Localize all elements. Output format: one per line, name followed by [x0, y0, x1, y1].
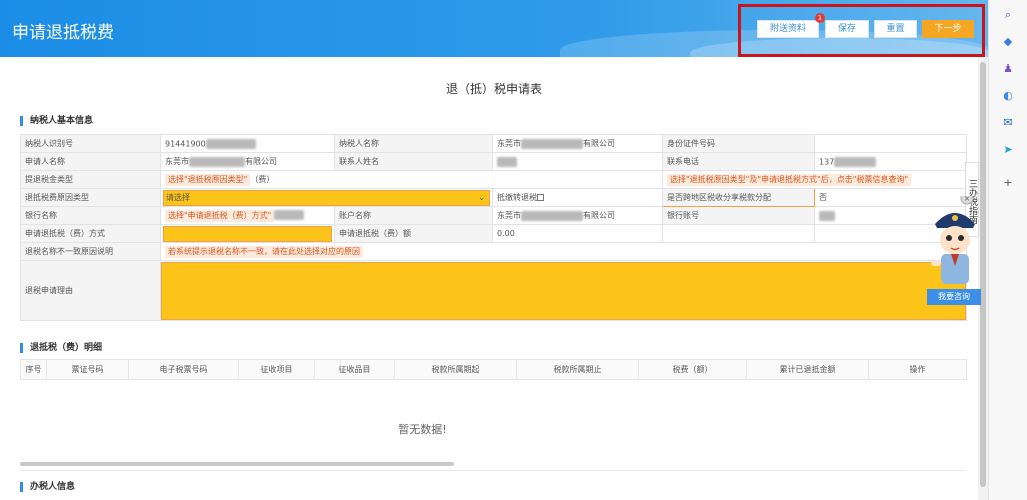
contact-name-value[interactable] — [492, 152, 663, 171]
column-header: 累计已退抵金额 — [746, 359, 869, 380]
column-header: 税款所属期止 — [516, 359, 639, 380]
search-icon[interactable]: ⌕ — [1001, 8, 1015, 22]
column-header: 征收品目 — [314, 359, 395, 380]
contact-name-label: 联系人姓名 — [334, 152, 493, 171]
taxpayer-name-label: 纳税人名称 — [334, 134, 493, 153]
chevron-down-icon: ⌄ — [478, 192, 485, 202]
bank-account-label: 银行账号 — [662, 206, 815, 225]
id-doc-label: 身份证件号码 — [662, 134, 815, 153]
refund-type-value: 选择"退抵税原因类型" （费） — [160, 170, 663, 189]
method-cell — [160, 224, 335, 243]
id-doc-value — [814, 134, 967, 153]
page-title: 申请退抵税费 — [12, 23, 114, 43]
next-step-button[interactable]: 下一步 — [922, 20, 974, 38]
column-header: 税款所属期起 — [394, 359, 517, 380]
applicant-value: 东莞市 有限公司 — [160, 152, 335, 171]
column-header: 电子税票号码 — [128, 359, 239, 380]
refund-type-label: 提退税金类型 — [20, 170, 161, 189]
account-name-label: 账户名称 — [334, 206, 493, 225]
bank-name-label: 银行名称 — [20, 206, 161, 225]
taxpayer-name-value: 东莞市 有限公司 — [492, 134, 663, 153]
reason-type-label: 退抵税费原因类型 — [20, 188, 161, 207]
attachment-count-badge: 1 — [815, 13, 825, 23]
phone-value[interactable]: 137 — [814, 152, 967, 171]
outlook-icon[interactable]: ✉ — [1001, 116, 1015, 130]
reason-type-select[interactable]: 请选择 ⌄ — [163, 189, 490, 206]
refund-type-hint: 选择"退抵税原因类型" — [165, 173, 251, 186]
form-row: 提退税金类型 选择"退抵税原因类型" （费） 选择"退抵税原因类型"及"申请退抵税… — [20, 170, 967, 189]
taxpayer-info-form: 纳税人识别号 91441900 纳税人名称 东莞市 有限公司 身份证件号码 申请人… — [20, 134, 967, 321]
convert-checkbox[interactable] — [537, 194, 544, 201]
table-header-row: 序号 票证号码 电子税票号码 征收项目 征收品目 税款所属期起 税款所属期止 税… — [20, 359, 967, 380]
name-mismatch-label: 退税名称不一致原因说明 — [20, 242, 161, 261]
form-row: 纳税人识别号 91441900 纳税人名称 东莞市 有限公司 身份证件号码 — [20, 134, 967, 153]
divider — [20, 470, 966, 471]
empty-data-message: 暂无数据! — [398, 423, 447, 436]
form-row: 退抵税费原因类型 请选择 ⌄ 抵缴转退税 是否跨地区税收分享税款分配 否 — [20, 188, 967, 207]
column-header: 票证号码 — [46, 359, 129, 380]
taxpayer-id-value: 91441900 — [160, 134, 335, 153]
convert-cell: 抵缴转退税 — [492, 188, 663, 207]
save-button[interactable]: 保存 — [825, 20, 869, 38]
name-mismatch-value[interactable]: 若系统提示退税名称不一致，请在此处选择对应的原因 — [160, 242, 967, 261]
refund-application-page: 申请退抵税费 附送资料 1 保存 重置 下一步 退（抵）税申请表 纳税人基本信息… — [0, 0, 988, 500]
refund-detail-table: 序号 票证号码 电子税票号码 征收项目 征收品目 税款所属期起 税款所属期止 税… — [20, 359, 967, 380]
column-header: 序号 — [20, 359, 47, 380]
tag-icon[interactable]: ◆ — [1001, 35, 1015, 49]
column-header: 税费（额） — [638, 359, 747, 380]
form-row: 银行名称 选择"申请退抵税（费）方式" 账户名称 东莞市 有限公司 银行账号 — [20, 206, 967, 225]
account-name-value: 东莞市 有限公司 — [492, 206, 663, 225]
reset-button[interactable]: 重置 — [874, 20, 917, 38]
amount-value: 0.00 — [492, 224, 663, 243]
browser-sidebar: ⌕ ◆ ♟ ◐ ✉ ➤ + — [988, 0, 1027, 500]
document-title: 退（抵）税申请表 — [445, 82, 542, 96]
svg-text:×: × — [964, 196, 971, 203]
people-icon[interactable]: ♟ — [1001, 62, 1015, 76]
horizontal-scrollbar[interactable] — [20, 462, 454, 466]
column-header: 操作 — [868, 359, 967, 380]
reason-type-cell: 请选择 ⌄ — [160, 188, 493, 207]
copilot-icon[interactable]: ◐ — [1001, 89, 1015, 103]
empty-cell — [662, 224, 815, 243]
send-icon[interactable]: ➤ — [1001, 143, 1015, 157]
form-row: 申请退抵税（费）方式 申请退抵税（费）额 0.00 — [20, 224, 967, 243]
consult-button[interactable]: 我要咨询 — [927, 289, 981, 305]
form-row: 申请人名称 东莞市 有限公司 联系人姓名 联系电话 137 — [20, 152, 967, 171]
form-row: 退税申请理由 — [20, 260, 967, 321]
taxpayer-id-label: 纳税人识别号 — [20, 134, 161, 153]
method-label: 申请退抵税（费）方式 — [20, 224, 161, 243]
section-title-taxpayer: 纳税人基本信息 — [20, 116, 93, 126]
column-header: 征收项目 — [238, 359, 315, 380]
reason-label: 退税申请理由 — [20, 260, 161, 321]
plus-icon[interactable]: + — [1001, 176, 1015, 190]
reason-cell — [160, 260, 967, 321]
assistant-mascot[interactable]: × — [927, 191, 983, 296]
section-title-handler: 办税人信息 — [20, 482, 75, 492]
bank-name-value[interactable]: 选择"申请退抵税（费）方式" — [160, 206, 335, 225]
refund-type-note: 选择"退抵税原因类型"及"申请退抵税方式"后，点击"税票信息查询" — [662, 170, 967, 189]
attach-documents-button[interactable]: 附送资料 — [757, 20, 819, 38]
section-title-detail: 退抵税（费）明细 — [20, 343, 102, 353]
form-row: 退税名称不一致原因说明 若系统提示退税名称不一致，请在此处选择对应的原因 — [20, 242, 967, 261]
amount-label: 申请退抵税（费）额 — [334, 224, 493, 243]
phone-label: 联系电话 — [662, 152, 815, 171]
reason-textarea[interactable] — [161, 261, 966, 320]
applicant-label: 申请人名称 — [20, 152, 161, 171]
cross-region-label: 是否跨地区税收分享税款分配 — [662, 188, 815, 207]
method-select[interactable] — [163, 225, 332, 242]
